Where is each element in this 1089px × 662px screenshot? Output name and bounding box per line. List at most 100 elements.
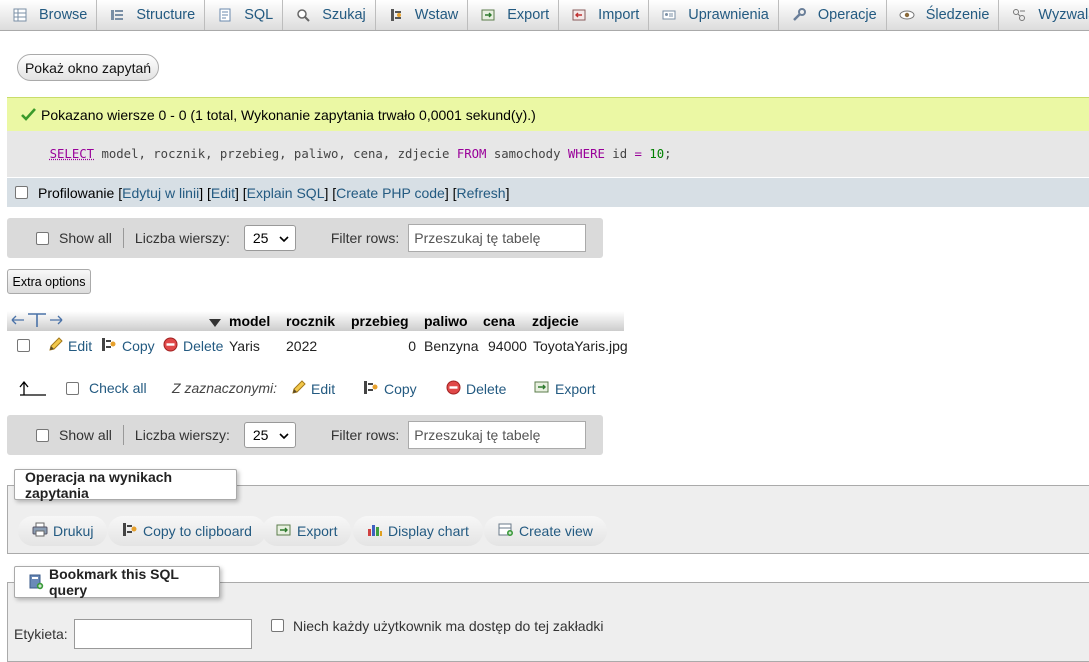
- with-selected-label: Z zaznaczonymi:: [172, 380, 277, 396]
- navigation-bar-bottom: Show all Liczba wierszy: 25 Filter rows:…: [7, 415, 603, 455]
- success-message: Pokazano wiersze 0 - 0 (1 total, Wykonan…: [7, 97, 1089, 131]
- tab-export[interactable]: Export: [468, 0, 559, 30]
- bookmark-shared-checkbox[interactable]: [271, 619, 284, 632]
- rows-value: 25: [253, 230, 269, 246]
- edit-link[interactable]: Edit: [211, 185, 235, 201]
- bulk-copy-button[interactable]: Copy: [363, 380, 417, 398]
- filter-rows-label: Filter rows:: [331, 230, 399, 246]
- pencil-icon: [48, 337, 68, 355]
- tab-label: Szukaj: [322, 7, 366, 23]
- export-icon: [276, 523, 297, 540]
- tab-search[interactable]: Szukaj: [283, 0, 376, 30]
- column-resize-arrows-icon[interactable]: [11, 311, 63, 329]
- wrench-icon: [791, 7, 807, 23]
- tab-tracking[interactable]: Śledzenie: [887, 0, 1000, 30]
- tab-sql[interactable]: SQL: [205, 0, 283, 30]
- copy-to-clipboard-button[interactable]: Copy to clipboard: [108, 516, 266, 546]
- check-all-label[interactable]: Check all: [89, 380, 147, 396]
- sql-operator: =: [635, 147, 642, 161]
- sql-query-display: SELECT model, rocznik, przebieg, paliwo,…: [7, 131, 1089, 177]
- sort-triangle-icon[interactable]: [209, 315, 221, 331]
- bulk-delete-button[interactable]: Delete: [446, 380, 506, 398]
- column-header-rocznik[interactable]: rocznik: [286, 313, 335, 329]
- import-icon: [571, 7, 587, 23]
- profiling-bar: Profilowanie [ Edytuj w linii ] [ Edit ]…: [7, 178, 1089, 207]
- copy-icon: [122, 522, 143, 540]
- show-all-checkbox[interactable]: [36, 429, 49, 442]
- cell-paliwo[interactable]: Benzyna: [424, 338, 478, 354]
- row-edit-button[interactable]: Edit: [48, 337, 92, 355]
- check-icon: [21, 108, 36, 121]
- display-chart-button[interactable]: Display chart: [353, 516, 483, 546]
- create-php-code-link[interactable]: Create PHP code: [336, 185, 445, 201]
- tab-label: SQL: [244, 7, 273, 23]
- column-header-przebieg[interactable]: przebieg: [351, 313, 409, 329]
- print-button[interactable]: Drukuj: [18, 516, 107, 546]
- extra-options-button[interactable]: Extra options: [7, 269, 91, 294]
- bulk-export-button[interactable]: Export: [534, 380, 595, 397]
- row-copy-button[interactable]: Copy: [101, 337, 155, 355]
- cell-model[interactable]: Yaris: [229, 338, 260, 354]
- bookmark-legend: Bookmark this SQL query: [14, 566, 220, 598]
- bookmark-icon: [29, 574, 44, 590]
- check-all-checkbox[interactable]: [66, 382, 79, 395]
- cell-rocznik[interactable]: 2022: [286, 338, 317, 354]
- print-label: Drukuj: [53, 523, 93, 539]
- tab-browse[interactable]: Browse: [0, 0, 97, 30]
- filter-rows-input[interactable]: Przeszukaj tę tabelę: [408, 421, 586, 449]
- export-icon: [480, 7, 496, 23]
- create-view-button[interactable]: Create view: [484, 516, 607, 546]
- tab-operations[interactable]: Operacje: [779, 0, 887, 30]
- column-header-model[interactable]: model: [229, 313, 270, 329]
- column-header-cena[interactable]: cena: [483, 313, 515, 329]
- profiling-label: Profilowanie: [38, 185, 114, 201]
- column-header-paliwo[interactable]: paliwo: [424, 313, 468, 329]
- show-all-label: Show all: [59, 427, 112, 443]
- bulk-export-label: Export: [555, 381, 595, 397]
- show-all-checkbox[interactable]: [36, 232, 49, 245]
- bulk-edit-label: Edit: [311, 381, 335, 397]
- profiling-checkbox[interactable]: [15, 186, 28, 199]
- tab-structure[interactable]: Structure: [97, 0, 205, 30]
- tab-label: Wstaw: [415, 7, 459, 23]
- bookmark-legend-label: Bookmark this SQL query: [49, 566, 219, 598]
- row-checkbox[interactable]: [17, 339, 30, 352]
- tab-import[interactable]: Import: [559, 0, 649, 30]
- row-copy-label: Copy: [122, 338, 155, 354]
- table-row: Edit Copy Delete Yaris 2022 0 Benzyna 94…: [7, 333, 624, 357]
- export-button[interactable]: Export: [262, 516, 351, 546]
- insert-icon: [388, 7, 404, 23]
- arrow-ltr-icon: [18, 379, 48, 402]
- sql-keyword-select[interactable]: SELECT: [50, 147, 94, 161]
- show-query-window-button[interactable]: Pokaż okno zapytań: [17, 54, 159, 81]
- bulk-edit-button[interactable]: Edit: [291, 380, 335, 398]
- filter-rows-input[interactable]: Przeszukaj tę tabelę: [408, 224, 586, 252]
- row-delete-label: Delete: [183, 338, 223, 354]
- export-label: Export: [297, 523, 337, 539]
- cell-cena[interactable]: 94000: [488, 338, 527, 354]
- delete-icon: [163, 337, 183, 355]
- column-header-zdjecie[interactable]: zdjecie: [532, 313, 579, 329]
- cell-zdjecie[interactable]: ToyotaYaris.jpg: [533, 338, 628, 354]
- row-edit-label: Edit: [68, 338, 92, 354]
- tab-privileges[interactable]: Uprawnienia: [649, 0, 779, 30]
- export-icon: [534, 380, 555, 397]
- tab-triggers[interactable]: Wyzwalacze: [999, 0, 1089, 30]
- eye-icon: [899, 7, 915, 23]
- bulk-actions-bar: Check all Z zaznaczonymi: Edit Copy Dele…: [7, 377, 627, 401]
- sql-keyword-from: FROM: [457, 147, 487, 161]
- inline-edit-link[interactable]: Edytuj w linii: [122, 185, 199, 201]
- row-delete-button[interactable]: Delete: [163, 337, 223, 355]
- rows-per-page-select[interactable]: 25: [244, 422, 296, 448]
- navigation-bar-top: Show all Liczba wierszy: 25 Filter rows:…: [7, 218, 603, 258]
- table-header: model rocznik przebieg paliwo cena zdjec…: [7, 311, 624, 331]
- cell-przebieg[interactable]: 0: [351, 338, 416, 354]
- triggers-icon: [1011, 7, 1027, 23]
- rows-per-page-select[interactable]: 25: [244, 225, 296, 251]
- browse-icon: [12, 7, 28, 23]
- refresh-link[interactable]: Refresh: [457, 185, 506, 201]
- bookmark-label-input[interactable]: [74, 619, 252, 649]
- copy-to-clipboard-label: Copy to clipboard: [143, 523, 252, 539]
- tab-insert[interactable]: Wstaw: [376, 0, 469, 30]
- explain-sql-link[interactable]: Explain SQL: [247, 185, 325, 201]
